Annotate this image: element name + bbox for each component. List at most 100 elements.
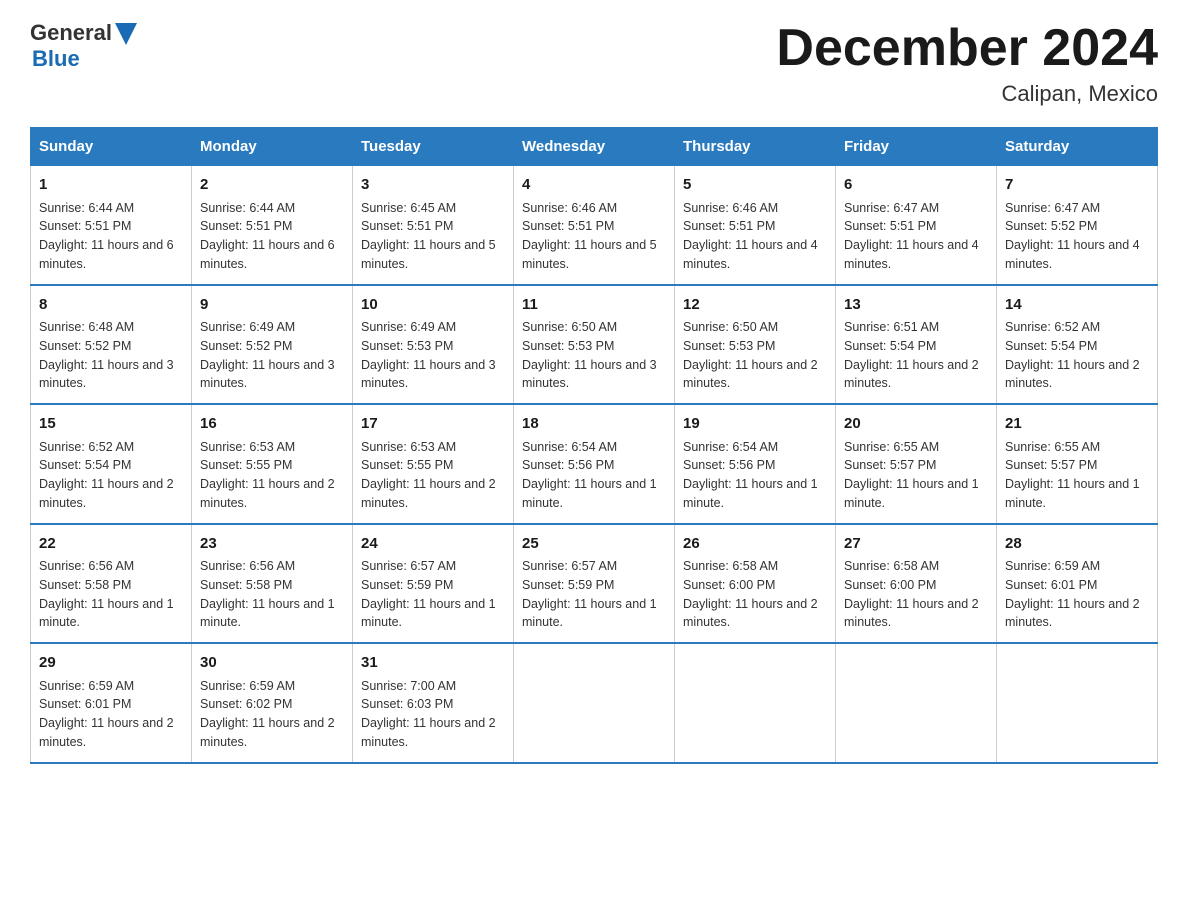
- day-number: 3: [361, 174, 505, 197]
- day-number: 22: [39, 533, 183, 556]
- col-tuesday: Tuesday: [353, 128, 514, 166]
- day-info: Sunrise: 6:52 AMSunset: 5:54 PMDaylight:…: [1005, 318, 1149, 393]
- calendar-cell-w3-d5: 19Sunrise: 6:54 AMSunset: 5:56 PMDayligh…: [675, 404, 836, 524]
- calendar-cell-w2-d1: 8Sunrise: 6:48 AMSunset: 5:52 PMDaylight…: [31, 285, 192, 405]
- day-number: 1: [39, 174, 183, 197]
- day-number: 27: [844, 533, 988, 556]
- day-info: Sunrise: 6:56 AMSunset: 5:58 PMDaylight:…: [39, 557, 183, 632]
- calendar-cell-w1-d5: 5Sunrise: 6:46 AMSunset: 5:51 PMDaylight…: [675, 166, 836, 285]
- calendar-cell-w3-d4: 18Sunrise: 6:54 AMSunset: 5:56 PMDayligh…: [514, 404, 675, 524]
- location-label: Calipan, Mexico: [776, 81, 1158, 107]
- calendar-cell-w2-d3: 10Sunrise: 6:49 AMSunset: 5:53 PMDayligh…: [353, 285, 514, 405]
- calendar-cell-w5-d2: 30Sunrise: 6:59 AMSunset: 6:02 PMDayligh…: [192, 643, 353, 763]
- day-number: 18: [522, 413, 666, 436]
- day-info: Sunrise: 6:49 AMSunset: 5:53 PMDaylight:…: [361, 318, 505, 393]
- day-info: Sunrise: 6:56 AMSunset: 5:58 PMDaylight:…: [200, 557, 344, 632]
- day-info: Sunrise: 6:58 AMSunset: 6:00 PMDaylight:…: [844, 557, 988, 632]
- calendar-cell-w4-d1: 22Sunrise: 6:56 AMSunset: 5:58 PMDayligh…: [31, 524, 192, 644]
- calendar-cell-w3-d1: 15Sunrise: 6:52 AMSunset: 5:54 PMDayligh…: [31, 404, 192, 524]
- week-row-4: 22Sunrise: 6:56 AMSunset: 5:58 PMDayligh…: [31, 524, 1158, 644]
- col-friday: Friday: [836, 128, 997, 166]
- day-info: Sunrise: 6:52 AMSunset: 5:54 PMDaylight:…: [39, 438, 183, 513]
- week-row-5: 29Sunrise: 6:59 AMSunset: 6:01 PMDayligh…: [31, 643, 1158, 763]
- day-number: 10: [361, 294, 505, 317]
- day-info: Sunrise: 6:57 AMSunset: 5:59 PMDaylight:…: [522, 557, 666, 632]
- calendar-cell-w4-d6: 27Sunrise: 6:58 AMSunset: 6:00 PMDayligh…: [836, 524, 997, 644]
- calendar-cell-w1-d6: 6Sunrise: 6:47 AMSunset: 5:51 PMDaylight…: [836, 166, 997, 285]
- day-number: 14: [1005, 294, 1149, 317]
- calendar-cell-w2-d6: 13Sunrise: 6:51 AMSunset: 5:54 PMDayligh…: [836, 285, 997, 405]
- calendar-cell-w2-d2: 9Sunrise: 6:49 AMSunset: 5:52 PMDaylight…: [192, 285, 353, 405]
- calendar-cell-w5-d1: 29Sunrise: 6:59 AMSunset: 6:01 PMDayligh…: [31, 643, 192, 763]
- calendar-body: 1Sunrise: 6:44 AMSunset: 5:51 PMDaylight…: [31, 166, 1158, 763]
- day-number: 21: [1005, 413, 1149, 436]
- day-info: Sunrise: 6:46 AMSunset: 5:51 PMDaylight:…: [683, 199, 827, 274]
- day-info: Sunrise: 6:55 AMSunset: 5:57 PMDaylight:…: [844, 438, 988, 513]
- logo-triangle-icon: [115, 23, 137, 45]
- calendar-cell-w4-d3: 24Sunrise: 6:57 AMSunset: 5:59 PMDayligh…: [353, 524, 514, 644]
- calendar-cell-w1-d1: 1Sunrise: 6:44 AMSunset: 5:51 PMDaylight…: [31, 166, 192, 285]
- calendar-cell-w2-d4: 11Sunrise: 6:50 AMSunset: 5:53 PMDayligh…: [514, 285, 675, 405]
- logo-blue-text: Blue: [32, 46, 80, 72]
- day-number: 9: [200, 294, 344, 317]
- calendar-cell-w4-d4: 25Sunrise: 6:57 AMSunset: 5:59 PMDayligh…: [514, 524, 675, 644]
- col-saturday: Saturday: [997, 128, 1158, 166]
- day-number: 15: [39, 413, 183, 436]
- day-number: 16: [200, 413, 344, 436]
- day-number: 29: [39, 652, 183, 675]
- title-section: December 2024 Calipan, Mexico: [776, 20, 1158, 107]
- col-wednesday: Wednesday: [514, 128, 675, 166]
- day-info: Sunrise: 6:59 AMSunset: 6:01 PMDaylight:…: [39, 677, 183, 752]
- day-info: Sunrise: 6:58 AMSunset: 6:00 PMDaylight:…: [683, 557, 827, 632]
- day-info: Sunrise: 6:44 AMSunset: 5:51 PMDaylight:…: [200, 199, 344, 274]
- day-number: 30: [200, 652, 344, 675]
- calendar-cell-w5-d3: 31Sunrise: 7:00 AMSunset: 6:03 PMDayligh…: [353, 643, 514, 763]
- day-info: Sunrise: 6:57 AMSunset: 5:59 PMDaylight:…: [361, 557, 505, 632]
- day-info: Sunrise: 6:50 AMSunset: 5:53 PMDaylight:…: [522, 318, 666, 393]
- calendar-cell-w5-d7: [997, 643, 1158, 763]
- day-number: 11: [522, 294, 666, 317]
- calendar-cell-w4-d7: 28Sunrise: 6:59 AMSunset: 6:01 PMDayligh…: [997, 524, 1158, 644]
- days-of-week-row: Sunday Monday Tuesday Wednesday Thursday…: [31, 128, 1158, 166]
- day-number: 25: [522, 533, 666, 556]
- day-number: 6: [844, 174, 988, 197]
- day-info: Sunrise: 6:46 AMSunset: 5:51 PMDaylight:…: [522, 199, 666, 274]
- col-sunday: Sunday: [31, 128, 192, 166]
- calendar-cell-w1-d4: 4Sunrise: 6:46 AMSunset: 5:51 PMDaylight…: [514, 166, 675, 285]
- day-number: 4: [522, 174, 666, 197]
- day-number: 28: [1005, 533, 1149, 556]
- day-info: Sunrise: 6:59 AMSunset: 6:01 PMDaylight:…: [1005, 557, 1149, 632]
- day-number: 31: [361, 652, 505, 675]
- calendar-cell-w5-d4: [514, 643, 675, 763]
- calendar-cell-w1-d3: 3Sunrise: 6:45 AMSunset: 5:51 PMDaylight…: [353, 166, 514, 285]
- day-number: 13: [844, 294, 988, 317]
- week-row-1: 1Sunrise: 6:44 AMSunset: 5:51 PMDaylight…: [31, 166, 1158, 285]
- calendar-cell-w2-d7: 14Sunrise: 6:52 AMSunset: 5:54 PMDayligh…: [997, 285, 1158, 405]
- day-info: Sunrise: 6:44 AMSunset: 5:51 PMDaylight:…: [39, 199, 183, 274]
- page-header: General Blue December 2024 Calipan, Mexi…: [30, 20, 1158, 107]
- day-number: 5: [683, 174, 827, 197]
- logo: General Blue: [30, 20, 137, 72]
- calendar-table: Sunday Monday Tuesday Wednesday Thursday…: [30, 127, 1158, 764]
- calendar-header: Sunday Monday Tuesday Wednesday Thursday…: [31, 128, 1158, 166]
- calendar-cell-w3-d2: 16Sunrise: 6:53 AMSunset: 5:55 PMDayligh…: [192, 404, 353, 524]
- calendar-cell-w3-d7: 21Sunrise: 6:55 AMSunset: 5:57 PMDayligh…: [997, 404, 1158, 524]
- day-number: 7: [1005, 174, 1149, 197]
- day-info: Sunrise: 6:47 AMSunset: 5:51 PMDaylight:…: [844, 199, 988, 274]
- day-info: Sunrise: 6:49 AMSunset: 5:52 PMDaylight:…: [200, 318, 344, 393]
- day-info: Sunrise: 6:53 AMSunset: 5:55 PMDaylight:…: [200, 438, 344, 513]
- calendar-cell-w1-d2: 2Sunrise: 6:44 AMSunset: 5:51 PMDaylight…: [192, 166, 353, 285]
- day-number: 24: [361, 533, 505, 556]
- logo-general-text: General: [30, 20, 112, 46]
- calendar-cell-w5-d6: [836, 643, 997, 763]
- col-monday: Monday: [192, 128, 353, 166]
- day-info: Sunrise: 7:00 AMSunset: 6:03 PMDaylight:…: [361, 677, 505, 752]
- calendar-cell-w2-d5: 12Sunrise: 6:50 AMSunset: 5:53 PMDayligh…: [675, 285, 836, 405]
- day-info: Sunrise: 6:51 AMSunset: 5:54 PMDaylight:…: [844, 318, 988, 393]
- day-info: Sunrise: 6:59 AMSunset: 6:02 PMDaylight:…: [200, 677, 344, 752]
- month-title: December 2024: [776, 20, 1158, 77]
- calendar-cell-w5-d5: [675, 643, 836, 763]
- day-number: 17: [361, 413, 505, 436]
- day-number: 23: [200, 533, 344, 556]
- day-info: Sunrise: 6:55 AMSunset: 5:57 PMDaylight:…: [1005, 438, 1149, 513]
